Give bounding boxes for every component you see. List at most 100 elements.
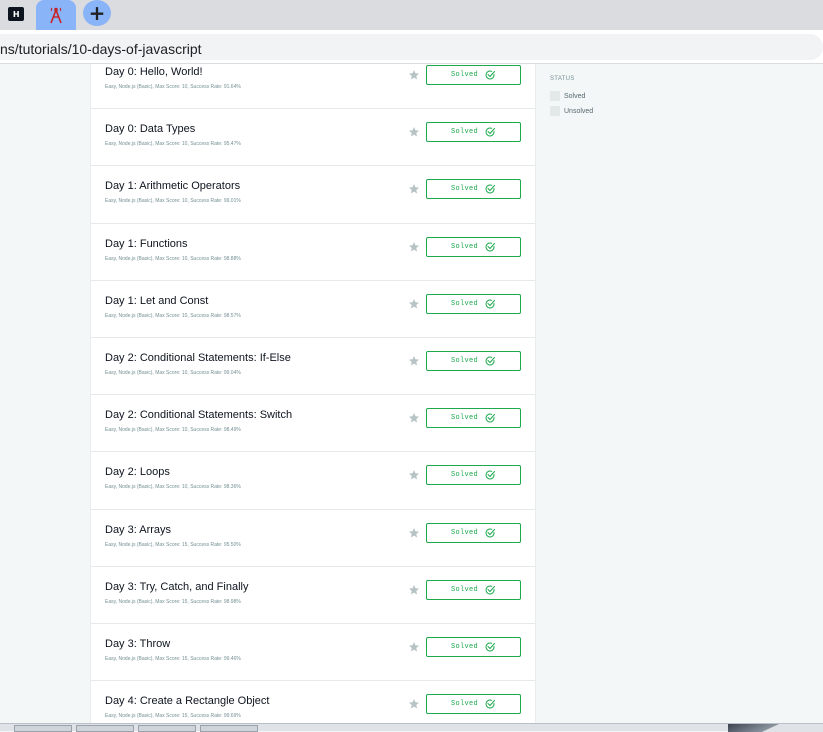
star-icon[interactable] bbox=[408, 126, 420, 138]
challenge-meta: Easy, Node.js (Basic), Max Score: 15, Su… bbox=[105, 598, 241, 605]
star-icon[interactable] bbox=[408, 69, 420, 81]
solved-button[interactable]: Solved bbox=[426, 522, 521, 543]
challenge-row[interactable]: Day 1: Let and Const Easy, Node.js (Basi… bbox=[91, 281, 535, 338]
check-circle-icon bbox=[485, 413, 495, 423]
challenge-meta: Easy, Node.js (Basic), Max Score: 15, Su… bbox=[105, 713, 241, 720]
challenge-title[interactable]: Day 1: Arithmetic Operators bbox=[105, 180, 240, 192]
challenge-row[interactable]: Day 4: Create a Rectangle Object Easy, N… bbox=[91, 681, 535, 723]
filter-option-unsolved[interactable]: Unsolved bbox=[550, 106, 593, 116]
challenge-meta: Easy, Node.js (Basic), Max Score: 10, Su… bbox=[105, 369, 241, 376]
check-circle-icon bbox=[485, 299, 495, 309]
solved-label: Solved bbox=[450, 356, 478, 365]
challenge-row[interactable]: Day 2: Loops Easy, Node.js (Basic), Max … bbox=[91, 452, 535, 510]
plus-icon: + bbox=[88, 1, 106, 25]
challenge-title[interactable]: Day 1: Let and Const bbox=[105, 295, 208, 307]
challenge-title[interactable]: Day 2: Conditional Statements: Switch bbox=[105, 409, 292, 421]
star-icon[interactable] bbox=[408, 527, 420, 539]
os-taskbar bbox=[0, 723, 823, 732]
challenge-row[interactable]: Day 3: Throw Easy, Node.js (Basic), Max … bbox=[91, 624, 535, 682]
check-circle-icon bbox=[485, 127, 495, 137]
solved-label: Solved bbox=[450, 700, 478, 709]
star-icon[interactable] bbox=[408, 412, 420, 424]
solved-label: Solved bbox=[450, 299, 478, 308]
solved-button[interactable]: Solved bbox=[426, 236, 521, 257]
challenge-title[interactable]: Day 2: Conditional Statements: If-Else bbox=[105, 352, 291, 364]
challenge-title[interactable]: Day 3: Try, Catch, and Finally bbox=[105, 581, 248, 593]
browser-tab-strip: H + bbox=[0, 0, 823, 30]
challenge-row[interactable]: Day 1: Arithmetic Operators Easy, Node.j… bbox=[91, 166, 535, 224]
solved-button[interactable]: Solved bbox=[426, 579, 521, 600]
address-bar[interactable]: ns/tutorials/10-days-of-javascript bbox=[0, 34, 823, 60]
solved-label: Solved bbox=[450, 242, 478, 251]
address-bar-container: ns/tutorials/10-days-of-javascript bbox=[0, 30, 823, 64]
tab-active[interactable] bbox=[36, 0, 76, 30]
solved-button[interactable]: Solved bbox=[426, 694, 521, 715]
solved-label: Solved bbox=[450, 185, 478, 194]
challenge-row[interactable]: Day 0: Hello, World! Easy, Node.js (Basi… bbox=[91, 64, 535, 110]
star-icon[interactable] bbox=[408, 183, 420, 195]
check-circle-icon bbox=[485, 528, 495, 537]
star-icon[interactable] bbox=[408, 698, 420, 710]
challenge-meta: Easy, Node.js (Basic), Max Score: 10, Su… bbox=[105, 484, 241, 491]
solved-label: Solved bbox=[450, 128, 478, 137]
checkbox[interactable] bbox=[550, 91, 560, 101]
check-circle-icon bbox=[485, 70, 495, 80]
star-icon[interactable] bbox=[408, 355, 420, 367]
challenge-title[interactable]: Day 1: Functions bbox=[105, 238, 188, 250]
challenge-title[interactable]: Day 0: Data Types bbox=[105, 123, 195, 135]
solved-label: Solved bbox=[450, 414, 478, 423]
challenge-meta: Easy, Node.js (Basic), Max Score: 15, Su… bbox=[105, 541, 241, 548]
url-text: ns/tutorials/10-days-of-javascript bbox=[0, 41, 202, 57]
solved-label: Solved bbox=[450, 528, 478, 537]
filter-sidebar: STATUS Solved Unsolved bbox=[541, 64, 823, 723]
filter-option-label: Unsolved bbox=[564, 107, 594, 115]
solved-button[interactable]: Solved bbox=[426, 350, 521, 371]
filter-option-solved[interactable]: Solved bbox=[550, 91, 585, 101]
hr-logo-text: H bbox=[12, 9, 20, 19]
solved-label: Solved bbox=[450, 71, 478, 79]
filter-option-label: Solved bbox=[564, 92, 586, 100]
solved-button[interactable]: Solved bbox=[426, 408, 521, 429]
star-icon[interactable] bbox=[408, 641, 420, 653]
challenge-title[interactable]: Day 3: Arrays bbox=[105, 524, 171, 536]
challenge-row[interactable]: Day 0: Data Types Easy, Node.js (Basic),… bbox=[91, 109, 535, 167]
check-circle-icon bbox=[485, 585, 495, 595]
challenge-meta: Easy, Node.js (Basic), Max Score: 15, Su… bbox=[105, 655, 241, 662]
solved-button[interactable]: Solved bbox=[426, 293, 521, 314]
challenge-row[interactable]: Day 1: Functions Easy, Node.js (Basic), … bbox=[91, 224, 535, 281]
solved-label: Solved bbox=[450, 642, 478, 651]
new-tab-button[interactable]: + bbox=[83, 0, 111, 26]
challenge-row[interactable]: Day 3: Arrays Easy, Node.js (Basic), Max… bbox=[91, 510, 535, 567]
challenge-title[interactable]: Day 0: Hello, World! bbox=[105, 66, 203, 78]
check-circle-icon bbox=[485, 356, 495, 366]
antenna-tower-icon bbox=[50, 7, 62, 24]
challenge-row[interactable]: Day 3: Try, Catch, and Finally Easy, Nod… bbox=[91, 567, 535, 624]
solved-button[interactable]: Solved bbox=[426, 636, 521, 657]
tab-hackerrank[interactable]: H bbox=[0, 0, 32, 28]
challenge-row[interactable]: Day 2: Conditional Statements: If-Else E… bbox=[91, 338, 535, 396]
challenge-meta: Easy, Node.js (Basic), Max Score: 10, Su… bbox=[105, 198, 241, 205]
status-filter-heading: STATUS bbox=[550, 76, 575, 82]
challenge-meta: Easy, Node.js (Basic), Max Score: 10, Su… bbox=[105, 141, 241, 148]
check-circle-icon bbox=[485, 242, 495, 252]
star-icon[interactable] bbox=[408, 469, 420, 481]
challenge-row[interactable]: Day 2: Conditional Statements: Switch Ea… bbox=[91, 395, 535, 453]
solved-label: Solved bbox=[450, 471, 478, 480]
challenge-title[interactable]: Day 3: Throw bbox=[105, 638, 170, 650]
challenge-meta: Easy, Node.js (Basic), Max Score: 10, Su… bbox=[105, 84, 241, 90]
solved-button[interactable]: Solved bbox=[426, 122, 521, 143]
page-content: Day 0: Hello, World! Easy, Node.js (Basi… bbox=[0, 64, 823, 723]
star-icon[interactable] bbox=[408, 298, 420, 310]
challenge-meta: Easy, Node.js (Basic), Max Score: 10, Su… bbox=[105, 427, 241, 434]
challenge-meta: Easy, Node.js (Basic), Max Score: 10, Su… bbox=[105, 255, 241, 262]
star-icon[interactable] bbox=[408, 241, 420, 253]
hackerrank-logo-icon: H bbox=[8, 7, 24, 21]
challenge-title[interactable]: Day 4: Create a Rectangle Object bbox=[105, 695, 269, 707]
challenge-title[interactable]: Day 2: Loops bbox=[105, 466, 170, 478]
checkbox[interactable] bbox=[550, 106, 560, 116]
solved-button[interactable]: Solved bbox=[426, 179, 521, 200]
solved-button[interactable]: Solved bbox=[426, 465, 521, 486]
challenge-list: Day 0: Hello, World! Easy, Node.js (Basi… bbox=[90, 64, 536, 723]
star-icon[interactable] bbox=[408, 584, 420, 596]
solved-button[interactable]: Solved bbox=[426, 65, 521, 85]
